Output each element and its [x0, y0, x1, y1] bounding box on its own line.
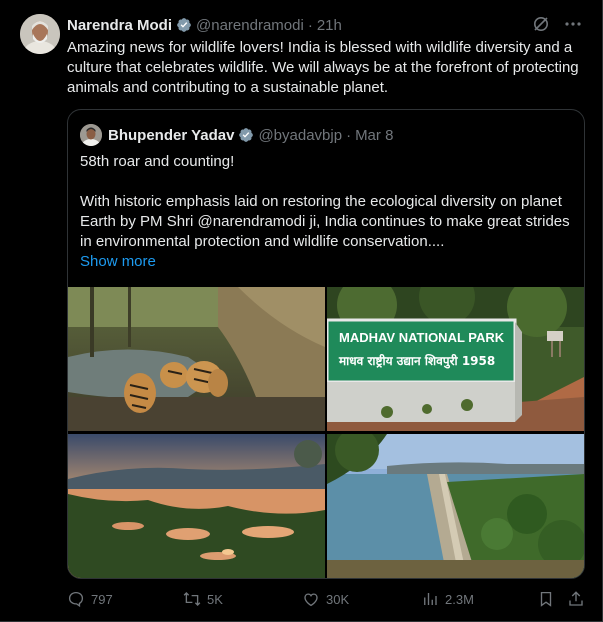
quoted-author-name: Bhupender Yadav — [108, 126, 235, 144]
quoted-author-avatar — [80, 124, 102, 146]
views-count: 2.3M — [445, 591, 474, 607]
dam-photo[interactable] — [327, 434, 584, 578]
sign-text-hindi: माधव राष्ट्रीय उद्यान शिवपुरी 1958 — [338, 354, 495, 369]
tweet-card: Narendra Modi @narendramodi · 21h Amazin… — [0, 0, 603, 622]
reply-button[interactable]: 797 — [67, 590, 113, 608]
lake-sunset-photo[interactable] — [68, 434, 325, 578]
quoted-text-line2: With historic emphasis laid on restoring… — [80, 193, 570, 250]
author-avatar[interactable] — [20, 14, 60, 54]
like-count: 30K — [326, 591, 350, 607]
like-button[interactable]: 30K — [302, 590, 349, 608]
repost-icon — [183, 592, 201, 606]
tweet-text: Amazing news for wildlife lovers! India … — [67, 39, 579, 96]
quoted-author-handle: @byadavbjp — [258, 126, 343, 144]
quoted-text-line1: 58th roar and counting! — [80, 153, 235, 170]
share-icon — [569, 591, 583, 606]
more-options-icon[interactable] — [564, 15, 582, 37]
reply-icon — [68, 591, 84, 608]
tigers-photo[interactable] — [68, 287, 325, 431]
repost-button[interactable]: 5K — [183, 590, 223, 608]
tweet-time[interactable]: 21h — [317, 17, 342, 34]
share-button[interactable] — [567, 590, 591, 608]
show-more-link[interactable]: Show more — [80, 252, 576, 272]
repost-count: 5K — [207, 591, 223, 607]
tweet-actions: 797 5K 30K 2.3M — [67, 590, 587, 612]
views-button[interactable]: 2.3M — [421, 590, 474, 608]
madhav-national-park-sign-photo[interactable]: MADHAV NATIONAL PARK माधव राष्ट्रीय उद्य… — [327, 287, 584, 431]
header-actions — [532, 15, 582, 37]
tweet-header: Narendra Modi @narendramodi · 21h — [67, 15, 582, 35]
heart-icon — [304, 593, 318, 607]
reply-count: 797 — [91, 591, 113, 607]
quoted-date: Mar 8 — [355, 126, 394, 144]
separator-dot: · — [346, 126, 352, 144]
sign-text-english: MADHAV NATIONAL PARK — [339, 330, 505, 345]
grok-icon[interactable] — [532, 15, 550, 37]
bookmark-icon — [540, 591, 552, 607]
separator-dot: · — [307, 16, 313, 34]
quoted-text: 58th roar and counting! With historic em… — [80, 152, 576, 272]
media-grid: MADHAV NATIONAL PARK माधव राष्ट्रीय उद्य… — [68, 287, 584, 578]
author-handle[interactable]: @narendramodi — [196, 17, 304, 34]
quoted-header: Bhupender Yadav @byadavbjp · Mar 8 — [80, 124, 393, 146]
views-chart-icon — [424, 593, 437, 605]
bookmark-button[interactable] — [537, 590, 561, 608]
verified-badge-icon — [177, 18, 191, 32]
verified-badge-icon — [239, 128, 254, 142]
author-name[interactable]: Narendra Modi — [67, 17, 172, 34]
quoted-tweet[interactable]: Bhupender Yadav @byadavbjp · Mar 8 58th … — [67, 109, 585, 579]
